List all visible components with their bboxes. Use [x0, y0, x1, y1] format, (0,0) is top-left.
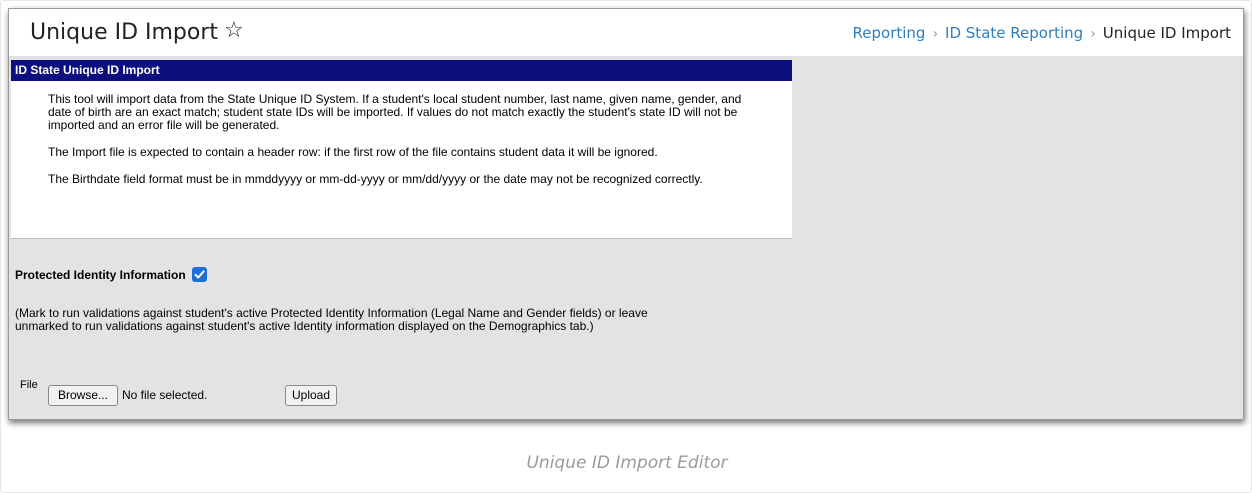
title-bar: Unique ID Import ☆ Reporting › ID State Re… — [9, 9, 1243, 57]
description-paragraph: The Birthdate field format must be in mm… — [48, 172, 703, 186]
screenshot-frame: Unique ID Import ☆ Reporting › ID State Re… — [8, 8, 1244, 420]
star-icon[interactable]: ☆ — [224, 18, 244, 43]
description-panel: ID State Unique ID Import This tool will… — [11, 60, 792, 239]
pii-row: Protected Identity Information — [15, 267, 207, 282]
breadcrumb-current: Unique ID Import — [1102, 24, 1231, 42]
description-paragraph: The Import file is expected to contain a… — [48, 145, 658, 159]
checkmark-icon — [194, 270, 205, 279]
image-caption: Unique ID Import Editor — [526, 453, 728, 473]
article-image-card: Unique ID Import ☆ Reporting › ID State Re… — [0, 0, 1252, 493]
breadcrumb-reporting[interactable]: Reporting — [853, 24, 926, 42]
breadcrumb-separator-icon: › — [1090, 26, 1096, 42]
panel-body: This tool will import data from the Stat… — [11, 81, 792, 186]
pii-checkbox[interactable] — [191, 267, 207, 282]
breadcrumb: Reporting › ID State Reporting › Unique ID I… — [853, 24, 1231, 42]
breadcrumb-id-state-reporting[interactable]: ID State Reporting — [945, 24, 1083, 42]
pii-note: (Mark to run validations against student… — [15, 306, 648, 333]
divider — [11, 238, 792, 239]
description-paragraph: This tool will import data from the Stat… — [48, 92, 742, 132]
panel-header: ID State Unique ID Import — [11, 60, 792, 81]
no-file-text: No file selected. — [122, 388, 208, 402]
page-title: Unique ID Import — [30, 20, 219, 45]
browse-button[interactable]: Browse... — [48, 385, 118, 406]
pii-label: Protected Identity Information — [15, 267, 186, 282]
breadcrumb-separator-icon: › — [932, 26, 939, 42]
upload-button[interactable]: Upload — [285, 385, 337, 406]
file-label: File — [20, 379, 38, 391]
